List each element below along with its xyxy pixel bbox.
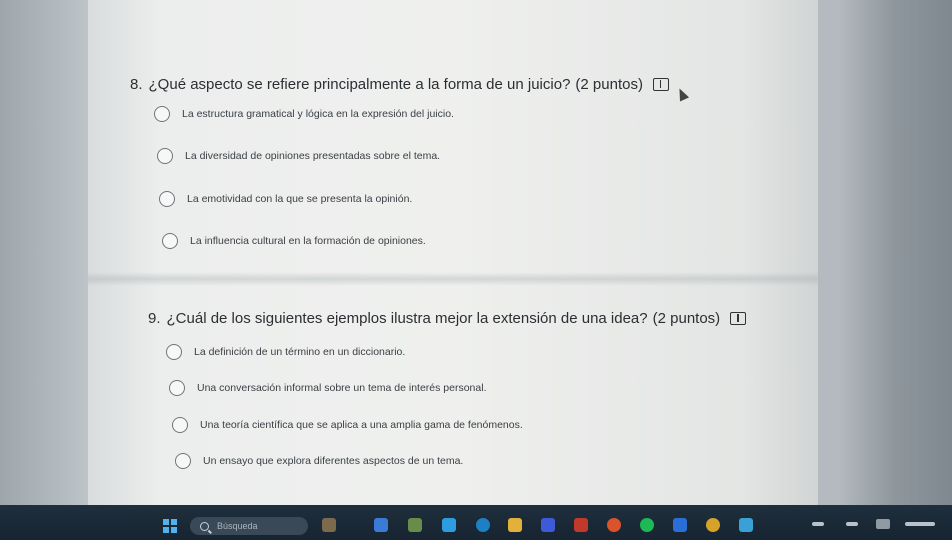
question-9-option-3[interactable]: Una teoría científica que se aplica a un… [172, 417, 523, 433]
radio-button[interactable] [175, 453, 191, 469]
taskbar-app-icon[interactable] [640, 518, 654, 532]
question-8-option-2[interactable]: La diversidad de opiniones presentadas s… [157, 148, 440, 164]
radio-button[interactable] [172, 417, 188, 433]
option-label: La definición de un término en un diccio… [194, 346, 406, 358]
tray-network-volume-icon[interactable] [905, 522, 935, 526]
radio-button[interactable] [154, 106, 170, 122]
taskbar-app-icon[interactable] [706, 518, 720, 532]
option-label: La emotividad con la que se presenta la … [187, 193, 413, 205]
radio-button[interactable] [162, 233, 178, 249]
option-label: La diversidad de opiniones presentadas s… [185, 150, 441, 162]
question-9-title: 9. ¿Cuál de los siguientes ejemplos ilus… [148, 310, 747, 327]
question-9-number: 9. [148, 310, 161, 327]
search-icon [200, 521, 209, 531]
question-8-option-1[interactable]: La estructura gramatical y lógica en la … [154, 106, 454, 122]
immersive-reader-icon[interactable] [730, 312, 747, 325]
question-8-points: (2 puntos) [575, 76, 643, 93]
option-label: Una teoría científica que se aplica a un… [200, 419, 523, 431]
taskbar-app-icon[interactable] [374, 518, 388, 532]
taskbar-app-icon[interactable] [673, 518, 687, 532]
taskbar-app-icon[interactable] [408, 518, 422, 532]
question-9-option-4[interactable]: Un ensayo que explora diferentes aspecto… [175, 453, 463, 469]
windows-start-icon[interactable] [163, 519, 177, 533]
radio-button[interactable] [159, 191, 175, 207]
taskbar-app-icon[interactable] [574, 518, 588, 532]
immersive-reader-icon[interactable] [652, 78, 669, 91]
option-label: La influencia cultural en la formación d… [190, 235, 426, 247]
option-label: Una conversación informal sobre un tema … [197, 382, 487, 394]
search-placeholder: Búsqueda [217, 521, 258, 531]
taskbar-app-icon[interactable] [541, 518, 555, 532]
taskbar-app-icon[interactable] [607, 518, 621, 532]
question-8-title: 8. ¿Qué aspecto se refiere principalment… [130, 76, 669, 93]
taskbar-app-folder-icon[interactable] [508, 518, 522, 532]
question-9-points: (2 puntos) [652, 310, 721, 327]
question-9-option-1[interactable]: La definición de un término en un diccio… [166, 344, 405, 360]
question-9-text: ¿Cuál de los siguientes ejemplos ilustra… [166, 310, 648, 327]
taskbar-app-edge-icon[interactable] [442, 518, 456, 532]
question-8-option-4[interactable]: La influencia cultural en la formación d… [162, 233, 426, 249]
question-divider [88, 272, 818, 286]
taskbar-app-widgets-icon[interactable] [322, 518, 336, 532]
radio-button[interactable] [169, 380, 185, 396]
option-label: La estructura gramatical y lógica en la … [182, 108, 454, 120]
question-8-text: ¿Qué aspecto se refiere principalmente a… [148, 76, 571, 93]
tray-clock[interactable] [876, 519, 890, 529]
question-9-option-2[interactable]: Una conversación informal sobre un tema … [169, 380, 487, 396]
question-8-number: 8. [130, 76, 143, 93]
radio-button[interactable] [166, 344, 182, 360]
taskbar-search-box[interactable]: Búsqueda [190, 517, 308, 535]
radio-button[interactable] [157, 148, 173, 164]
option-label: Un ensayo que explora diferentes aspecto… [203, 455, 464, 467]
taskbar-app-icon[interactable] [739, 518, 753, 532]
taskbar-app-icon[interactable] [476, 518, 490, 532]
question-8-option-3[interactable]: La emotividad con la que se presenta la … [159, 191, 412, 207]
tray-chevron-icon[interactable] [812, 522, 824, 526]
tray-icon[interactable] [846, 522, 858, 526]
